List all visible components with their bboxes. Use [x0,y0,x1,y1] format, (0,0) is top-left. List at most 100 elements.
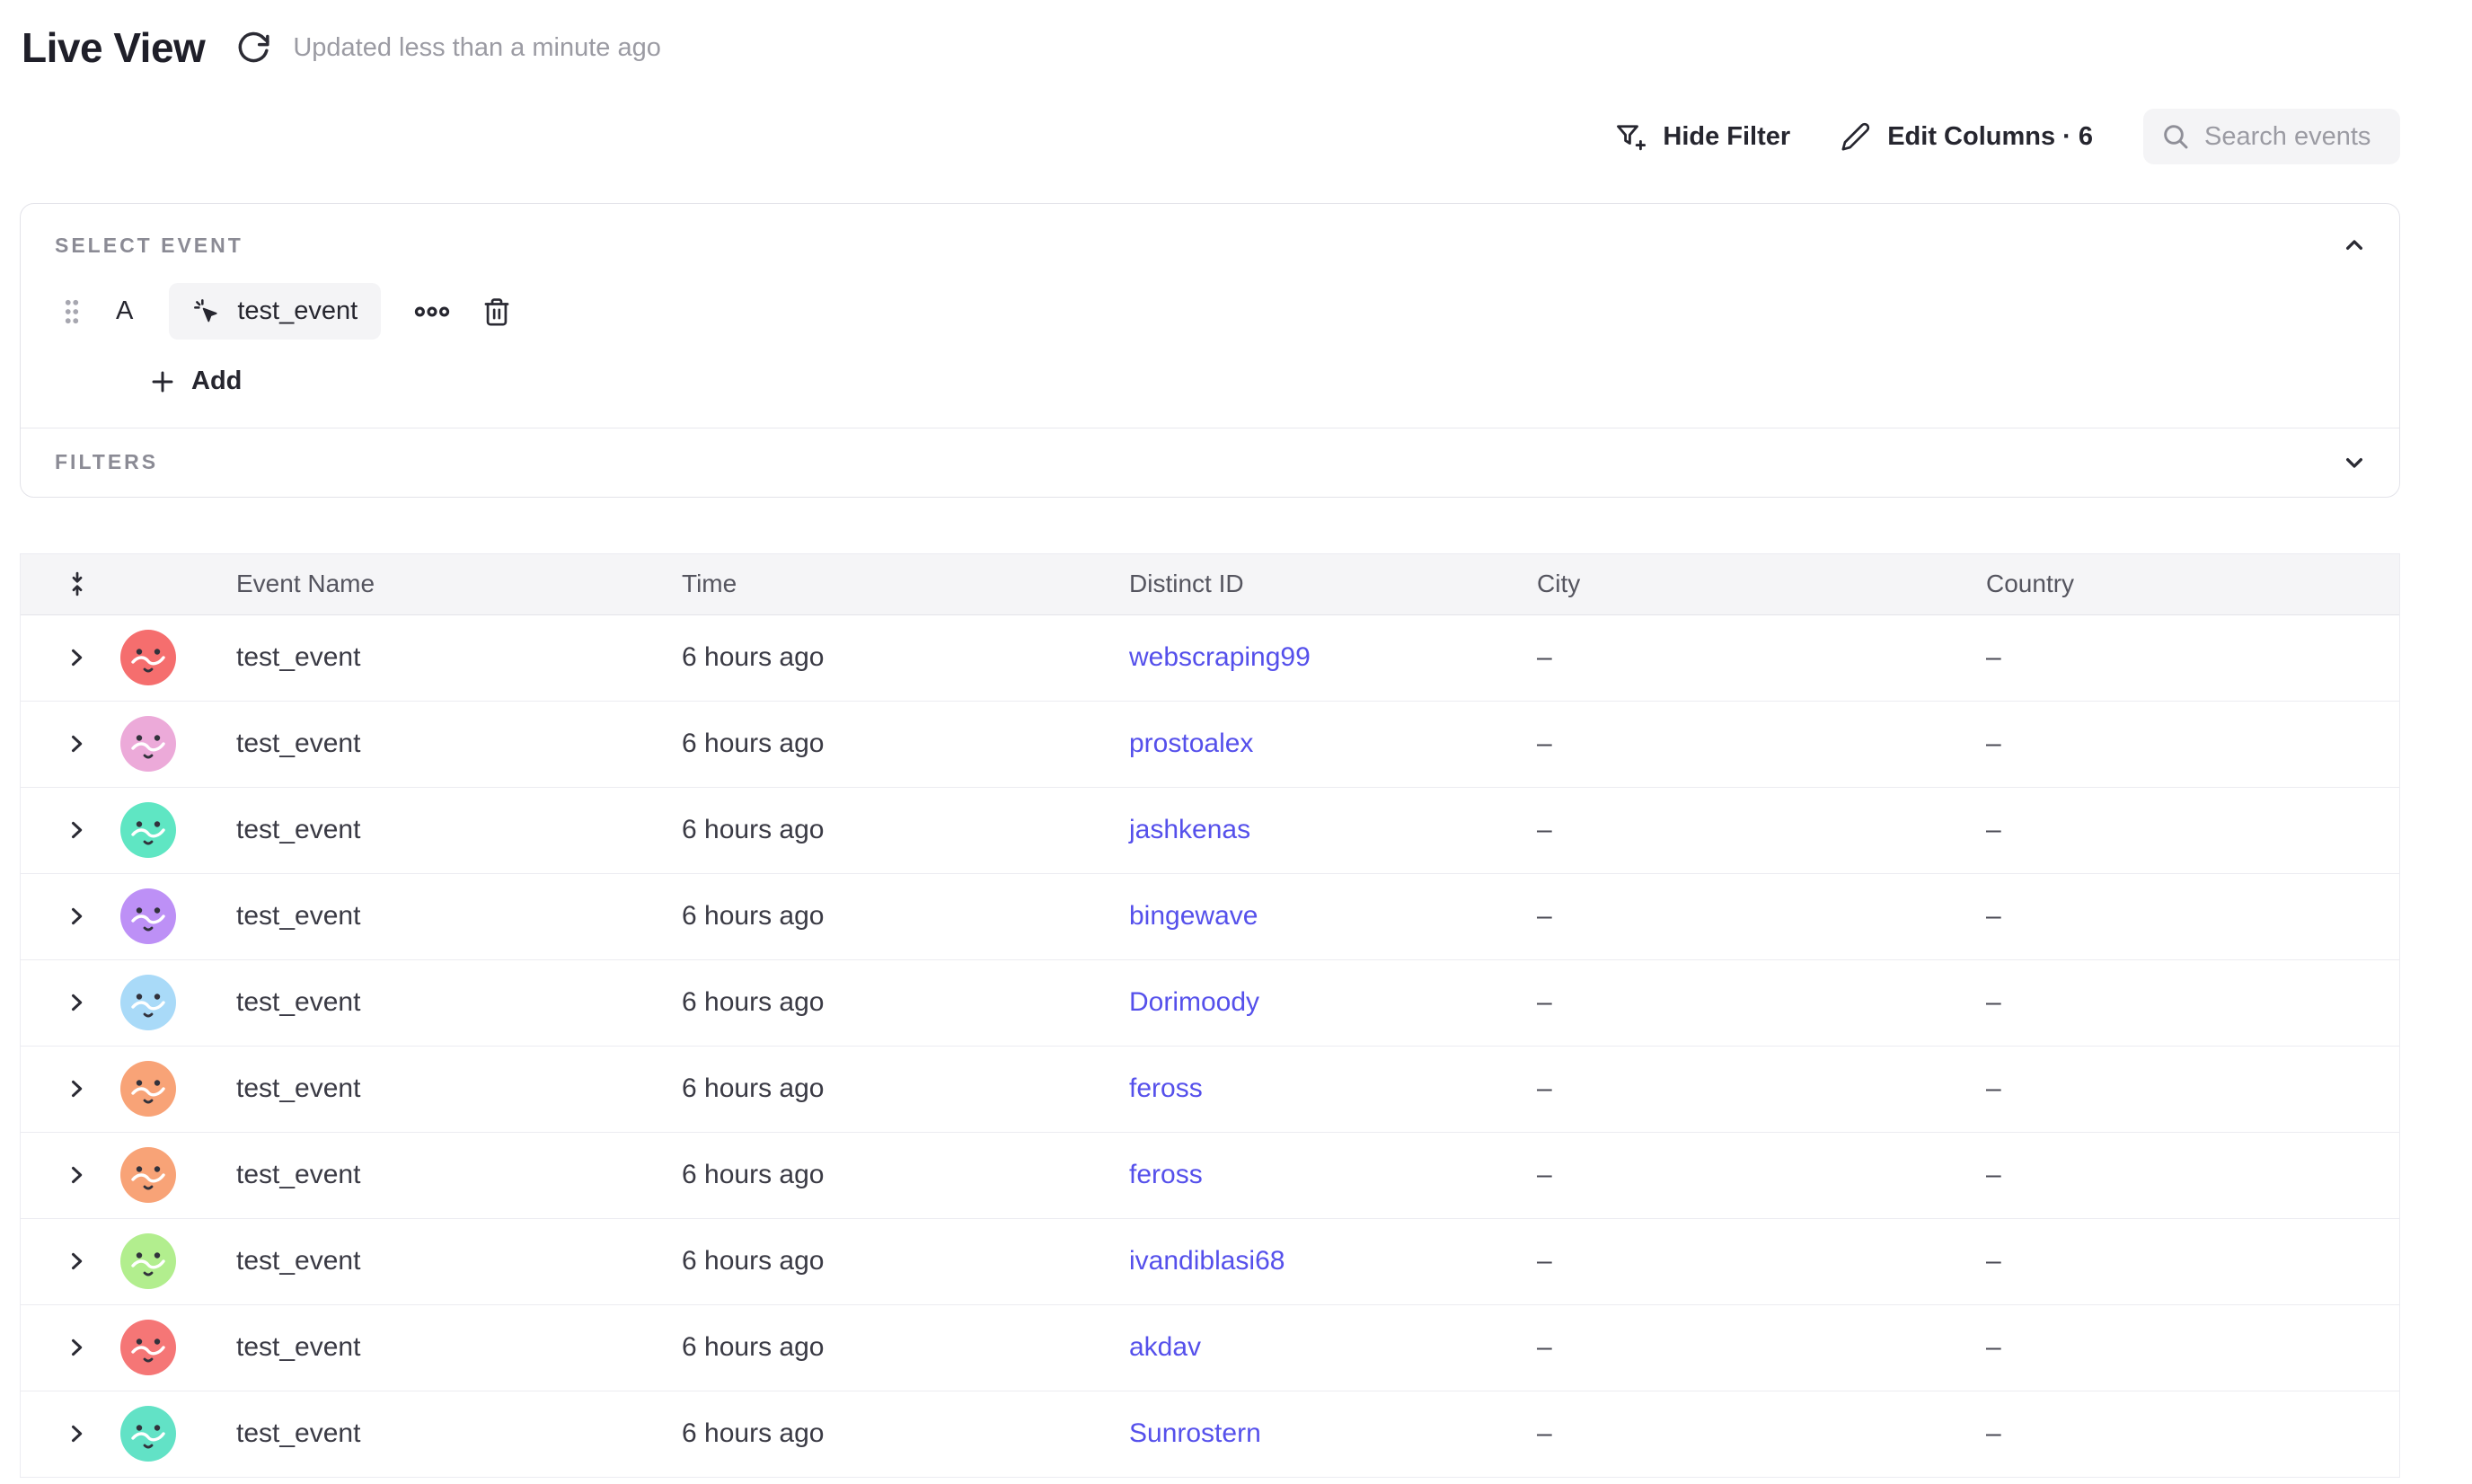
avatar [119,974,177,1031]
event-series-label: A [116,296,133,326]
search-box [2143,109,2400,164]
expand-row-button[interactable] [64,1162,89,1188]
edit-columns-button[interactable]: Edit Columns · 6 [1841,121,2093,152]
select-event-label: SELECT EVENT [55,234,243,258]
refresh-button[interactable] [235,30,271,66]
expand-row-button[interactable] [64,1249,89,1274]
column-header-city[interactable]: City [1537,570,1986,598]
avatar [119,1319,177,1376]
table-header-row: Event Name Time Distinct ID City Country [21,554,2399,615]
hide-filter-button[interactable]: Hide Filter [1614,120,1790,153]
city-cell: – [1537,1073,1986,1104]
expand-row-button[interactable] [64,1335,89,1360]
column-header-country[interactable]: Country [1986,570,2399,598]
time-cell: 6 hours ago [682,642,1129,673]
chevron-up-icon [2340,231,2369,260]
live-view-page: Live View Updated less than a minute ago… [0,0,2472,1484]
expand-filters-button[interactable] [2340,448,2369,477]
distinct-id-link[interactable]: prostoalex [1129,729,1253,758]
time-cell: 6 hours ago [682,1160,1129,1190]
distinct-id-link[interactable]: bingewave [1129,901,1258,931]
avatar [119,888,177,945]
avatar [119,715,177,773]
time-cell: 6 hours ago [682,1332,1129,1363]
chevron-right-icon [64,990,89,1015]
distinct-id-link[interactable]: ivandiblasi68 [1129,1246,1285,1276]
delete-event-button[interactable] [481,296,512,327]
event-select-chip[interactable]: test_event [169,283,381,340]
collapse-arrows-icon [64,570,91,597]
time-cell: 6 hours ago [682,1246,1129,1276]
city-cell: – [1537,1246,1986,1276]
time-cell: 6 hours ago [682,815,1129,845]
distinct-id-link[interactable]: feross [1129,1073,1203,1103]
expand-row-button[interactable] [64,1421,89,1446]
trash-icon [481,296,512,327]
table-row: test_event 6 hours ago feross – – [21,1133,2399,1219]
refresh-icon [235,30,271,66]
country-cell: – [1986,815,2399,845]
avatar [119,1060,177,1117]
chevron-down-icon [2340,448,2369,477]
distinct-id-link[interactable]: Sunrostern [1129,1418,1261,1448]
plus-icon [148,367,177,396]
country-cell: – [1986,1073,2399,1104]
page-header: Live View Updated less than a minute ago [0,0,2472,72]
table-body: test_event 6 hours ago webscraping99 – – [21,615,2399,1478]
avatar [119,1146,177,1204]
event-query-row: A test_event [60,283,2399,340]
table-row: test_event 6 hours ago Dorimoody – – [21,960,2399,1047]
column-header-time[interactable]: Time [682,570,1129,598]
avatar [119,1232,177,1290]
country-cell: – [1986,987,2399,1018]
chevron-right-icon [64,1076,89,1101]
collapse-section-button[interactable] [2340,231,2369,260]
table-row: test_event 6 hours ago prostoalex – – [21,702,2399,788]
add-event-button[interactable]: Add [148,367,242,396]
city-cell: – [1537,1332,1986,1363]
country-cell: – [1986,1160,2399,1190]
chevron-right-icon [64,817,89,843]
avatar [119,801,177,859]
distinct-id-link[interactable]: webscraping99 [1129,642,1311,672]
city-cell: – [1537,729,1986,759]
expand-row-button[interactable] [64,990,89,1015]
avatar [119,1405,177,1462]
select-event-section: SELECT EVENT [21,204,2399,401]
edit-columns-label: Edit Columns · 6 [1887,122,2093,152]
time-cell: 6 hours ago [682,729,1129,759]
event-name-cell: test_event [236,1073,682,1104]
expand-row-button[interactable] [64,1076,89,1101]
chevron-right-icon [64,645,89,670]
table-row: test_event 6 hours ago Sunrostern – – [21,1391,2399,1478]
avatar [119,629,177,686]
query-builder-panel: SELECT EVENT [20,203,2400,498]
expand-row-button[interactable] [64,645,89,670]
three-dots-icon [413,304,451,320]
search-input[interactable] [2204,122,2382,152]
chevron-right-icon [64,904,89,929]
column-header-event-name[interactable]: Event Name [236,570,682,598]
event-name-cell: test_event [236,1160,682,1190]
event-options-button[interactable] [413,304,451,320]
distinct-id-link[interactable]: feross [1129,1160,1203,1189]
drag-handle[interactable] [60,296,84,327]
city-cell: – [1537,815,1986,845]
city-cell: – [1537,1160,1986,1190]
country-cell: – [1986,1418,2399,1449]
collapse-all-rows-button[interactable] [64,570,91,597]
event-name-cell: test_event [236,1418,682,1449]
table-row: test_event 6 hours ago webscraping99 – – [21,615,2399,702]
distinct-id-link[interactable]: jashkenas [1129,815,1250,844]
filters-section: FILTERS [21,428,2399,497]
expand-row-button[interactable] [64,904,89,929]
event-name-cell: test_event [236,1246,682,1276]
column-header-distinct-id[interactable]: Distinct ID [1129,570,1537,598]
expand-row-button[interactable] [64,731,89,756]
events-table: Event Name Time Distinct ID City Country [20,553,2400,1478]
distinct-id-link[interactable]: Dorimoody [1129,987,1259,1017]
expand-row-button[interactable] [64,817,89,843]
time-cell: 6 hours ago [682,1073,1129,1104]
distinct-id-link[interactable]: akdav [1129,1332,1201,1362]
table-row: test_event 6 hours ago akdav – – [21,1305,2399,1391]
